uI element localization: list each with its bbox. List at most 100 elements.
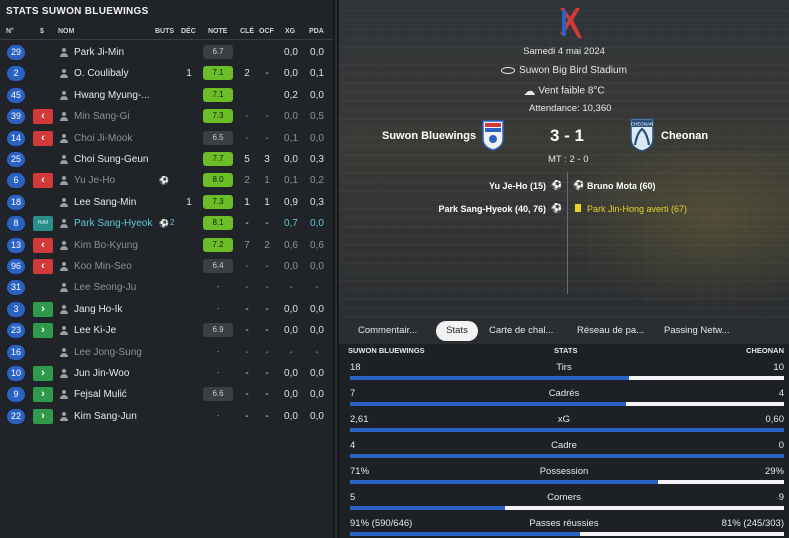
away-crest-icon[interactable]: CHEONAN [629,117,655,153]
player-name[interactable]: Yu Je-Ho [74,175,115,186]
clear-chances-value: - [265,325,269,337]
rating-badge: 7.3 [203,194,233,209]
rating-badge: - [216,346,220,356]
league-logo-icon [560,8,582,38]
sub-out-icon[interactable]: ‹ [33,173,53,189]
player-name[interactable]: O. Coulibaly [74,68,128,79]
table-row[interactable]: 13 ‹ Kim Bo-Kyung 7.2 7 2 0,6 0,6 [0,235,333,256]
sub-in-icon[interactable]: › [33,387,53,403]
col-header-sub[interactable]: $ [40,28,44,35]
tab-stats[interactable]: Stats [436,321,478,341]
stats-header: SUWON BLUEWINGS STATS CHEONAN [339,344,789,358]
stat-away-value: 81% (245/303) [721,518,784,529]
shirt-number: 9 [7,387,25,403]
sub-in-icon[interactable]: › [33,301,53,317]
player-name[interactable]: Jang Ho-Ik [74,304,122,315]
table-row[interactable]: 2 O. Coulibaly 1 7.1 2 - 0,0 0,1 [0,63,333,84]
rating-badge: - [216,410,220,420]
sub-out-icon[interactable]: ‹ [33,237,53,253]
player-name[interactable]: Kim Bo-Kyung [74,240,138,251]
sub-in-icon[interactable]: › [33,366,53,381]
col-header-note[interactable]: NOTE [208,28,227,35]
col-header-num[interactable]: N° [6,28,14,35]
col-header-ocf[interactable]: OCF [259,28,274,35]
player-name[interactable]: Lee Seong-Ju [74,282,136,293]
table-row[interactable]: 9 › Fejsal Mulić 6.6- -0,0 0,0 [0,384,333,405]
clear-chances-value: 2 [264,239,270,251]
cloud-icon: ☁ [523,84,536,98]
pda-value: 0,0 [310,389,324,401]
player-avatar-icon [60,48,68,57]
player-name[interactable]: Kim Sang-Jun [74,411,137,422]
tab-bar: Commentair... Stats Carte de chal... Rés… [339,318,789,344]
tab-heatmap[interactable]: Carte de chal... [489,321,553,341]
player-name[interactable]: Jun Jin-Woo [74,368,129,379]
player-name[interactable]: Hwang Myung-... [74,90,150,101]
player-name[interactable]: Lee Jong-Sung [74,347,142,358]
table-row[interactable]: 16 Lee Jong-Sung - - - - - [0,342,333,363]
stat-bar [350,480,784,484]
table-row[interactable]: 45 Hwang Myung-... 7.1 0,2 0,0 [0,85,333,106]
table-row[interactable]: 23 › Lee Ki-Je 6.9- -0,0 0,0 [0,320,333,341]
tab-pass-network-fr[interactable]: Réseau de pa... [577,321,644,341]
table-row[interactable]: 14 ‹ Choi Ji-Mook 6.5- -0,1 0,0 [0,128,333,149]
sub-out-icon[interactable]: ‹ [33,109,53,125]
player-avatar-icon [60,240,68,250]
stat-away-value: 4 [778,388,784,399]
player-name[interactable]: Choi Ji-Mook [74,133,132,144]
clear-chances-value: - [265,303,269,315]
player-name[interactable]: Lee Ki-Je [74,325,116,336]
player-name[interactable]: Choi Sung-Geun [74,154,149,165]
stat-row: 18 Tirs 10 [339,359,789,385]
xg-value: 0,1 [284,175,298,187]
col-header-goals[interactable]: BUTS [155,28,174,35]
table-row[interactable]: 25 Choi Sung-Geun 7.7 5 3 0,0 0,3 [0,149,333,170]
rating-badge: 7.1 [203,66,233,81]
player-name[interactable]: Fejsal Mulić [74,389,127,400]
away-team-name[interactable]: Cheonan [661,130,708,142]
shirt-number: 8 [7,216,25,232]
xg-value: 0,0 [284,47,298,58]
col-header-name[interactable]: NOM [58,28,74,35]
table-row[interactable]: 29 Park Ji-Min 6.7 0,0 0,0 [0,42,333,63]
table-row[interactable]: 10 › Jun Jin-Woo - - - 0,0 0,0 [0,363,333,384]
stat-row: 7 Cadrés 4 [339,385,789,411]
xg-value: 0,0 [284,389,298,401]
shirt-number: 23 [7,323,25,339]
table-row[interactable]: 39 ‹ Min Sang-Gi 7.3- -0,0 0,5 [0,106,333,127]
stadium-lights [539,150,789,320]
player-avatar-icon [60,304,68,314]
stats-table: SUWON BLUEWINGS STATS CHEONAN 18 Tirs 10 7 C… [339,344,789,538]
sub-out-icon[interactable]: ‹ [33,130,53,146]
table-row[interactable]: 6 ‹ Yu Je-Ho ⚽ 8.0 2 1 0,1 0,2 [0,170,333,191]
player-name[interactable]: Park Sang-Hyeok [74,218,152,229]
key-passes-value: - [245,132,249,144]
sub-out-icon[interactable]: ‹ [33,259,53,274]
sub-in-icon[interactable]: › [33,323,53,339]
col-header-xg[interactable]: XG [285,28,295,35]
player-name[interactable]: Koo Min-Seo [74,261,132,272]
table-row[interactable]: 8 HdM Park Sang-Hyeok ⚽ 2 8.1- -0,7 0,0 [0,213,333,234]
home-team-name[interactable]: Suwon Bluewings [382,130,476,142]
table-row[interactable]: 18 Lee Sang-Min 1 7.3 1 1 0,9 0,3 [0,192,333,213]
col-header-dec[interactable]: DÉC [181,28,196,35]
table-row[interactable]: 3 › Jang Ho-Ik - - - 0,0 0,0 [0,299,333,320]
home-crest-icon[interactable] [481,119,505,151]
tab-passing-network[interactable]: Passing Netw... [664,321,729,341]
xg-value: 0,0 [284,303,298,315]
col-header-pda[interactable]: PDA [309,28,324,35]
stat-row: 4 Cadre 0 [339,437,789,463]
col-header-cle[interactable]: CLÉ [240,28,254,35]
table-row[interactable]: 31 Lee Seong-Ju - - - - - [0,277,333,298]
table-row[interactable]: 96 ‹ Koo Min-Seo 6.4 - - 0,0 0,0 [0,256,333,277]
xg-value: 0,0 [284,154,298,165]
rating-badge: 8.0 [203,173,233,188]
player-name[interactable]: Min Sang-Gi [74,111,130,122]
stat-label: Tirs [556,362,572,373]
table-row[interactable]: 22 › Kim Sang-Jun - - - 0,0 0,0 [0,406,333,427]
sub-in-icon[interactable]: › [33,408,53,424]
player-name[interactable]: Lee Sang-Min [74,197,136,208]
panel-title: STATS SUWON BLUEWINGS [6,6,149,17]
player-name[interactable]: Park Ji-Min [74,47,124,58]
tab-commentary[interactable]: Commentair... [358,321,417,341]
